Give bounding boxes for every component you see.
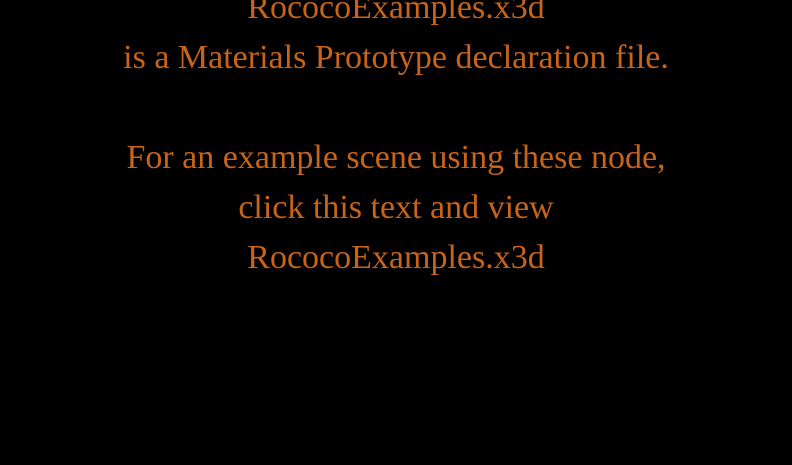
text-line-example-filename[interactable]: RococoExamples.x3d — [0, 233, 792, 283]
text-line-title[interactable]: RococoExamples.x3d — [0, 0, 792, 33]
text-line-click-instruction[interactable]: click this text and view — [0, 183, 792, 233]
x3d-scene-viewport[interactable]: RococoExamples.x3d is a Materials Protot… — [0, 0, 792, 465]
scene-text-anchor[interactable]: RococoExamples.x3d is a Materials Protot… — [0, 0, 792, 283]
text-line-blank — [0, 83, 792, 133]
text-line-example-intro[interactable]: For an example scene using these node, — [0, 133, 792, 183]
text-line-description[interactable]: is a Materials Prototype declaration fil… — [0, 33, 792, 83]
